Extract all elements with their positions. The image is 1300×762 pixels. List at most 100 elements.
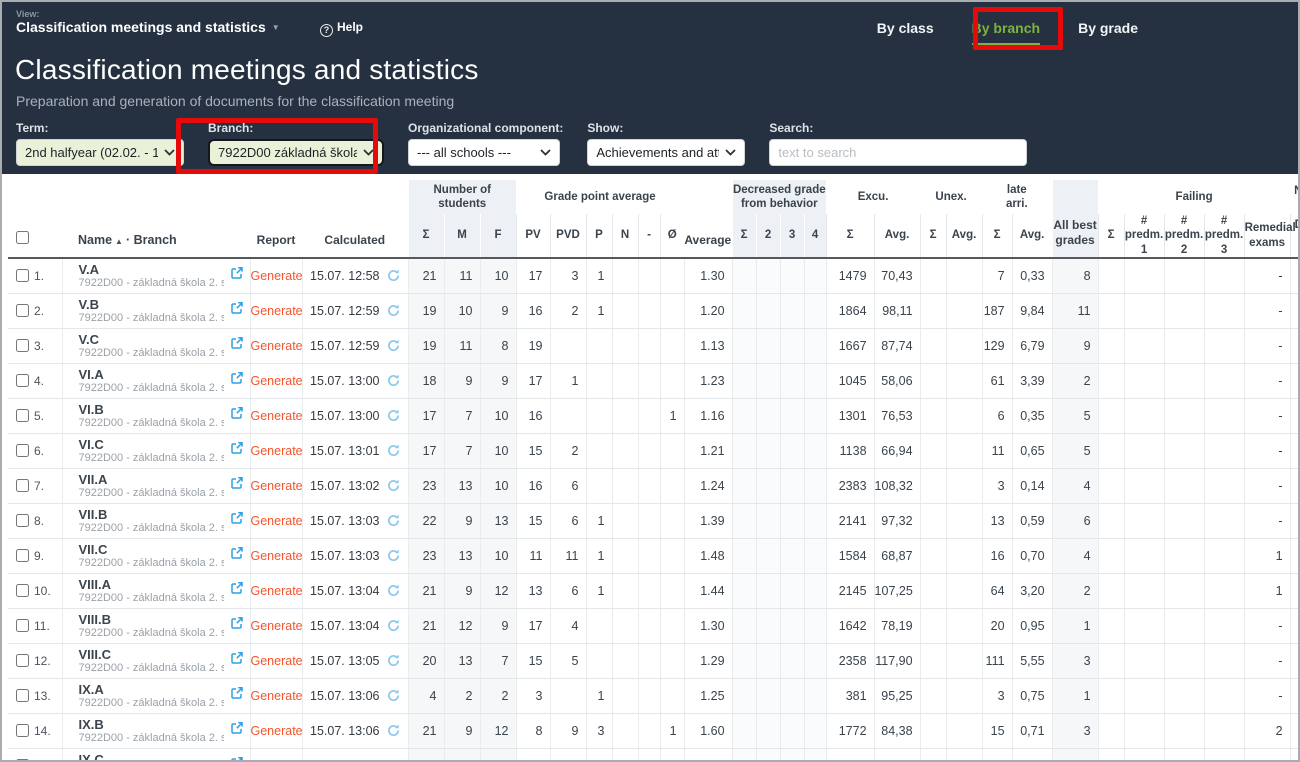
row-checkbox[interactable] bbox=[16, 269, 29, 282]
generate-link[interactable]: Generate bbox=[251, 479, 303, 493]
row-checkbox[interactable] bbox=[16, 724, 29, 737]
external-link-icon[interactable] bbox=[230, 511, 244, 525]
generate-link[interactable]: Generate bbox=[251, 619, 303, 633]
stat-cell bbox=[612, 574, 638, 609]
row-checkbox[interactable] bbox=[16, 409, 29, 422]
help-button[interactable]: ?Help bbox=[320, 20, 363, 37]
refresh-icon[interactable] bbox=[387, 479, 400, 492]
generate-link[interactable]: Generate bbox=[251, 444, 303, 458]
generate-link[interactable]: Generate bbox=[251, 374, 303, 388]
tab-by-grade[interactable]: By grade bbox=[1078, 20, 1138, 45]
class-cell: VIII.C 7922D00 - základná škola 2. stupe… bbox=[62, 644, 250, 679]
refresh-icon[interactable] bbox=[387, 724, 400, 737]
row-checkbox[interactable] bbox=[16, 759, 29, 760]
generate-link[interactable]: Generate bbox=[251, 549, 303, 563]
refresh-icon[interactable] bbox=[387, 514, 400, 527]
external-link-icon[interactable] bbox=[230, 756, 244, 760]
row-checkbox[interactable] bbox=[16, 304, 29, 317]
class-cell: VI.B 7922D00 - základná škola 2. stupeň bbox=[62, 399, 250, 434]
branch-select[interactable]: 7922D00 základná škola : bbox=[208, 139, 384, 166]
external-link-icon[interactable] bbox=[230, 476, 244, 490]
stat-cell bbox=[1124, 679, 1164, 714]
row-checkbox[interactable] bbox=[16, 514, 29, 527]
external-link-icon[interactable] bbox=[230, 616, 244, 630]
refresh-icon[interactable] bbox=[387, 584, 400, 597]
stat-cell bbox=[946, 679, 982, 714]
show-label: Show: bbox=[587, 121, 745, 135]
report-cell: Generate bbox=[250, 434, 302, 469]
row-checkbox[interactable] bbox=[16, 479, 29, 492]
column-name-branch[interactable]: Name▲· Branch bbox=[62, 180, 250, 258]
row-checkbox[interactable] bbox=[16, 374, 29, 387]
generate-link[interactable]: Generate bbox=[251, 689, 303, 703]
column-calculated: Calculated bbox=[302, 180, 408, 258]
row-checkbox[interactable] bbox=[16, 584, 29, 597]
stat-cell bbox=[638, 749, 660, 760]
row-select-cell: 4. bbox=[8, 364, 62, 399]
refresh-icon[interactable] bbox=[387, 339, 400, 352]
stat-cell bbox=[920, 329, 946, 364]
generate-link[interactable]: Generate bbox=[251, 409, 303, 423]
row-checkbox[interactable] bbox=[16, 444, 29, 457]
external-link-icon[interactable] bbox=[230, 336, 244, 350]
class-name: IX.A bbox=[79, 682, 224, 697]
view-switcher[interactable]: View: Classification meetings and statis… bbox=[16, 9, 280, 37]
table-body: 1. V.A 7922D00 - základná škola 2. stupe… bbox=[8, 258, 1298, 760]
row-checkbox[interactable] bbox=[16, 654, 29, 667]
external-link-icon[interactable] bbox=[230, 301, 244, 315]
stat-cell: 1.23 bbox=[684, 364, 732, 399]
org-component-select[interactable]: --- all schools --- bbox=[408, 139, 560, 166]
generate-link[interactable]: Generate bbox=[251, 584, 303, 598]
external-link-icon[interactable] bbox=[230, 406, 244, 420]
refresh-icon[interactable] bbox=[387, 269, 400, 282]
stat-cell: 3 bbox=[550, 258, 586, 294]
refresh-icon[interactable] bbox=[387, 374, 400, 387]
external-link-icon[interactable] bbox=[230, 371, 244, 385]
generate-link[interactable]: Generate bbox=[251, 724, 303, 738]
row-checkbox[interactable] bbox=[16, 549, 29, 562]
term-select[interactable]: 2nd halfyear (02.02. - 10. bbox=[16, 139, 184, 166]
generate-link[interactable]: Generate bbox=[251, 339, 303, 353]
generate-link[interactable]: Generate bbox=[251, 269, 303, 283]
generate-link[interactable]: Generate bbox=[251, 304, 303, 318]
stat-cell: 19 bbox=[408, 329, 444, 364]
tab-by-class[interactable]: By class bbox=[877, 20, 934, 45]
external-link-icon[interactable] bbox=[230, 581, 244, 595]
tab-by-branch[interactable]: By branch bbox=[972, 20, 1040, 45]
external-link-icon[interactable] bbox=[230, 441, 244, 455]
refresh-icon[interactable] bbox=[387, 619, 400, 632]
generate-link[interactable]: Generate bbox=[251, 654, 303, 668]
refresh-icon[interactable] bbox=[387, 409, 400, 422]
generate-link[interactable]: Generate bbox=[251, 759, 303, 760]
refresh-icon[interactable] bbox=[387, 759, 400, 760]
stat-cell: 1 bbox=[586, 258, 612, 294]
select-all-checkbox[interactable] bbox=[16, 231, 29, 244]
search-input[interactable] bbox=[769, 139, 1027, 166]
row-checkbox[interactable] bbox=[16, 689, 29, 702]
stat-cell bbox=[1124, 749, 1164, 760]
show-select[interactable]: Achievements and attend bbox=[587, 139, 745, 166]
stat-cell bbox=[638, 679, 660, 714]
stat-cell bbox=[756, 609, 780, 644]
refresh-icon[interactable] bbox=[387, 304, 400, 317]
stat-cell bbox=[638, 714, 660, 749]
stat-cell bbox=[660, 258, 684, 294]
row-checkbox[interactable] bbox=[16, 619, 29, 632]
table-row: 4. VI.A 7922D00 - základná škola 2. stup… bbox=[8, 364, 1298, 399]
generate-link[interactable]: Generate bbox=[251, 514, 303, 528]
row-checkbox[interactable] bbox=[16, 339, 29, 352]
external-link-icon[interactable] bbox=[230, 686, 244, 700]
refresh-icon[interactable] bbox=[387, 689, 400, 702]
refresh-icon[interactable] bbox=[387, 444, 400, 457]
refresh-icon[interactable] bbox=[387, 654, 400, 667]
external-link-icon[interactable] bbox=[230, 651, 244, 665]
stat-cell bbox=[1290, 364, 1298, 399]
external-link-icon[interactable] bbox=[230, 266, 244, 280]
stat-cell: 84,38 bbox=[874, 714, 920, 749]
stat-cell bbox=[920, 258, 946, 294]
external-link-icon[interactable] bbox=[230, 546, 244, 560]
external-link-icon[interactable] bbox=[230, 721, 244, 735]
row-index: 14. bbox=[34, 724, 51, 738]
class-cell: IX.B 7922D00 - základná škola 2. stupeň bbox=[62, 714, 250, 749]
refresh-icon[interactable] bbox=[387, 549, 400, 562]
